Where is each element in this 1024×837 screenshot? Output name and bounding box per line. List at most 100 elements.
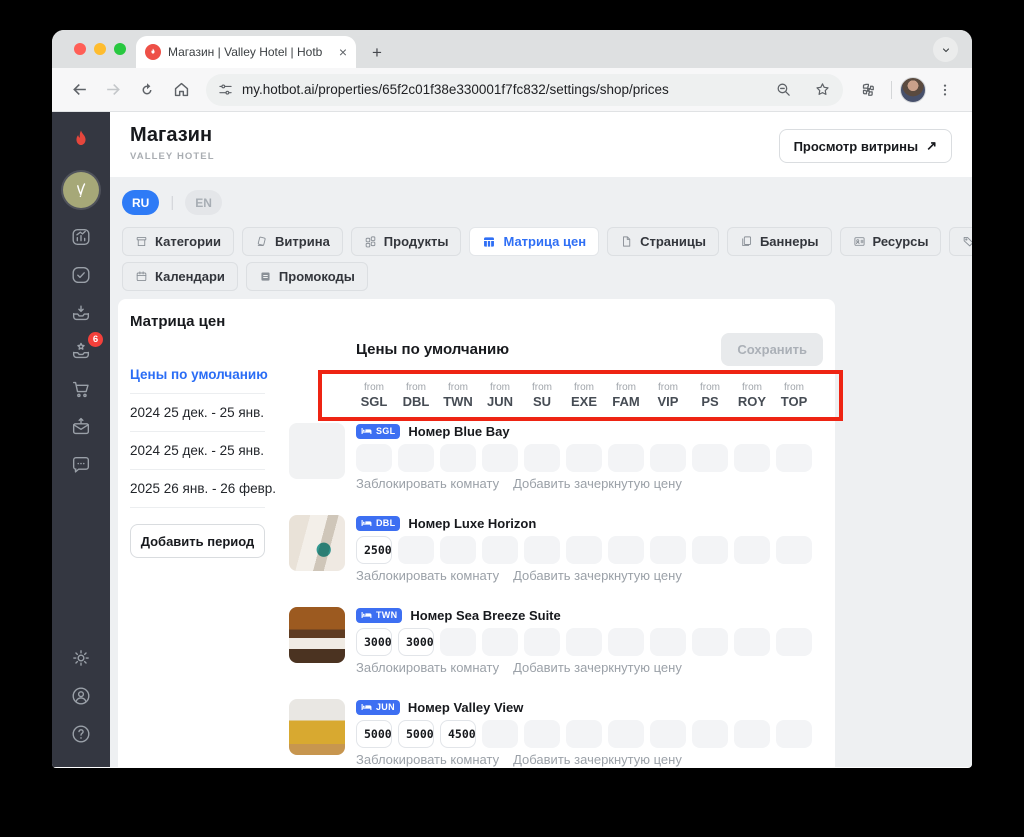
tab-search-chevron-button[interactable]	[933, 37, 958, 62]
help-icon[interactable]	[61, 717, 101, 751]
block-room-link[interactable]: Заблокировать комнату	[356, 568, 499, 583]
minimize-window-button[interactable]	[94, 43, 106, 55]
extensions-icon[interactable]	[853, 75, 883, 105]
price-input[interactable]	[356, 536, 392, 564]
price-input[interactable]	[440, 628, 476, 656]
price-input[interactable]	[650, 628, 686, 656]
price-input[interactable]	[776, 536, 812, 564]
tab-close-icon[interactable]: ×	[339, 44, 347, 60]
shop-tab-products[interactable]: Продукты	[350, 227, 462, 256]
price-input[interactable]	[482, 720, 518, 748]
price-input[interactable]	[566, 720, 602, 748]
shop-tab-categories[interactable]: Категории	[122, 227, 235, 256]
shop-tab-showcase[interactable]: Витрина	[242, 227, 343, 256]
chat-icon[interactable]	[61, 448, 101, 482]
price-input[interactable]	[482, 444, 518, 472]
price-input[interactable]	[734, 536, 770, 564]
price-input[interactable]	[356, 720, 392, 748]
cart-icon[interactable]	[61, 372, 101, 406]
price-input[interactable]	[440, 536, 476, 564]
price-input[interactable]	[398, 444, 434, 472]
lang-tab-en[interactable]: EN	[185, 190, 222, 215]
fullscreen-window-button[interactable]	[114, 43, 126, 55]
price-input[interactable]	[482, 536, 518, 564]
add-period-button[interactable]: Добавить период	[130, 524, 265, 558]
price-input[interactable]	[398, 536, 434, 564]
reload-button[interactable]	[132, 75, 162, 105]
price-input[interactable]	[650, 444, 686, 472]
add-strikethrough-price-link[interactable]: Добавить зачеркнутую цену	[513, 568, 682, 583]
add-strikethrough-price-link[interactable]: Добавить зачеркнутую цену	[513, 660, 682, 675]
price-input[interactable]	[608, 444, 644, 472]
price-input[interactable]	[608, 720, 644, 748]
preview-storefront-button[interactable]: Просмотр витрины ↗	[778, 129, 952, 163]
shop-tab-calendars[interactable]: Календари	[122, 262, 238, 291]
price-input[interactable]	[440, 720, 476, 748]
price-input[interactable]	[356, 628, 392, 656]
price-input[interactable]	[692, 536, 728, 564]
new-tab-button[interactable]: +	[366, 44, 388, 61]
shop-tab-tags[interactable]: Метки	[949, 227, 972, 256]
shop-tab-promocodes[interactable]: Промокоды	[245, 262, 368, 291]
price-input[interactable]	[524, 720, 560, 748]
mail-up-icon[interactable]	[61, 410, 101, 444]
profile-icon[interactable]	[61, 679, 101, 713]
price-input[interactable]	[734, 628, 770, 656]
gear-icon[interactable]	[61, 641, 101, 675]
reviews-icon[interactable]: 6	[61, 332, 103, 368]
price-input[interactable]	[356, 444, 392, 472]
price-input[interactable]	[566, 628, 602, 656]
price-input[interactable]	[608, 536, 644, 564]
url-text[interactable]: my.hotbot.ai/properties/65f2c01f38e33000…	[242, 82, 759, 97]
price-input[interactable]	[650, 720, 686, 748]
browser-profile-avatar[interactable]	[900, 76, 926, 103]
add-strikethrough-price-link[interactable]: Добавить зачеркнутую цену	[513, 476, 682, 491]
close-window-button[interactable]	[74, 43, 86, 55]
zoom-icon[interactable]	[768, 75, 798, 105]
save-button[interactable]: Сохранить	[721, 333, 823, 366]
lang-tab-ru[interactable]: RU	[122, 190, 160, 215]
price-input[interactable]	[734, 720, 770, 748]
price-input[interactable]	[692, 444, 728, 472]
block-room-link[interactable]: Заблокировать комнату	[356, 476, 499, 491]
price-input[interactable]	[566, 536, 602, 564]
back-button[interactable]	[64, 75, 94, 105]
price-input[interactable]	[608, 628, 644, 656]
block-room-link[interactable]: Заблокировать комнату	[356, 660, 499, 675]
price-input[interactable]	[524, 628, 560, 656]
browser-tab[interactable]: Магазин | Valley Hotel | Hotb ×	[136, 36, 356, 68]
period-item[interactable]: Цены по умолчанию	[130, 356, 268, 394]
home-button[interactable]	[166, 75, 196, 105]
shop-tab-banners[interactable]: Баннеры	[726, 227, 832, 256]
forward-button[interactable]	[98, 75, 128, 105]
hotel-avatar[interactable]	[63, 172, 99, 208]
analytics-icon[interactable]	[61, 220, 101, 254]
url-bar[interactable]: my.hotbot.ai/properties/65f2c01f38e33000…	[206, 73, 843, 106]
price-input[interactable]	[524, 536, 560, 564]
shop-tab-resources[interactable]: Ресурсы	[839, 227, 942, 256]
price-input[interactable]	[692, 720, 728, 748]
shop-tab-matrix[interactable]: Матрица цен	[469, 227, 600, 256]
price-input[interactable]	[398, 628, 434, 656]
inbox-icon[interactable]	[61, 296, 101, 330]
price-input[interactable]	[776, 720, 812, 748]
period-item[interactable]: 2025 26 янв. - 26 февр.	[130, 470, 276, 508]
price-input[interactable]	[734, 444, 770, 472]
browser-menu-icon[interactable]	[930, 75, 960, 105]
price-input[interactable]	[482, 628, 518, 656]
shop-tab-pages[interactable]: Страницы	[607, 227, 719, 256]
price-input[interactable]	[776, 628, 812, 656]
bookmark-star-icon[interactable]	[807, 75, 837, 105]
price-input[interactable]	[692, 628, 728, 656]
price-input[interactable]	[776, 444, 812, 472]
site-settings-icon[interactable]	[218, 82, 233, 97]
price-input[interactable]	[440, 444, 476, 472]
period-item[interactable]: 2024 25 дек. - 25 янв.	[130, 432, 265, 470]
tasks-icon[interactable]	[61, 258, 101, 292]
price-input[interactable]	[398, 720, 434, 748]
period-item[interactable]: 2024 25 дек. - 25 янв.	[130, 394, 265, 432]
add-strikethrough-price-link[interactable]: Добавить зачеркнутую цену	[513, 752, 682, 767]
price-input[interactable]	[650, 536, 686, 564]
price-input[interactable]	[524, 444, 560, 472]
price-input[interactable]	[566, 444, 602, 472]
